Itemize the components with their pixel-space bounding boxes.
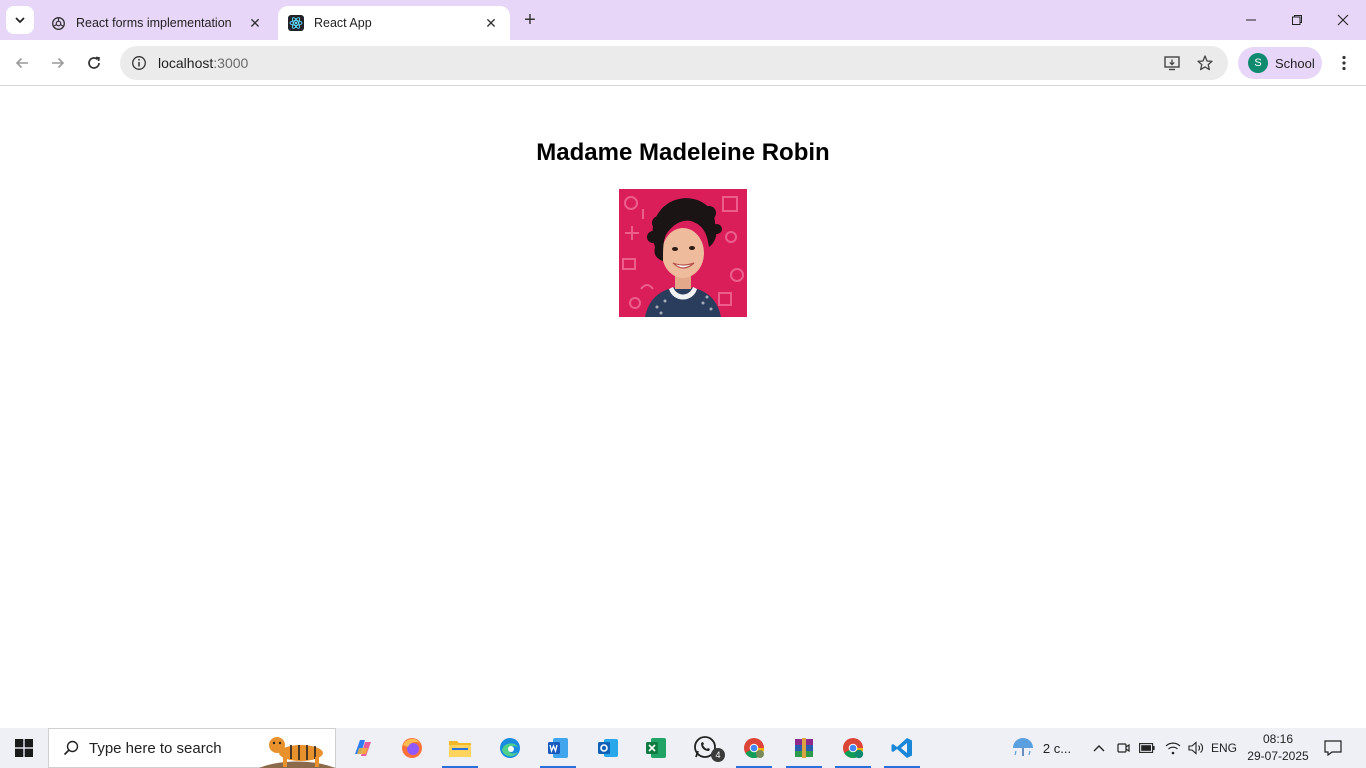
close-icon[interactable]: ✕ bbox=[246, 14, 264, 32]
edge-icon bbox=[500, 738, 520, 758]
search-placeholder: Type here to search bbox=[89, 739, 222, 757]
notification-badge: 4 bbox=[711, 748, 725, 762]
show-hidden-icons-button[interactable] bbox=[1088, 728, 1110, 768]
avatar: S bbox=[1248, 53, 1268, 73]
bookmark-star-icon[interactable] bbox=[1195, 53, 1215, 73]
tiger-illustration bbox=[259, 737, 335, 768]
excel-icon bbox=[646, 738, 666, 758]
info-icon[interactable] bbox=[122, 46, 156, 80]
battery-status[interactable] bbox=[1137, 728, 1157, 768]
react-icon bbox=[288, 15, 304, 31]
url-host: localhost bbox=[158, 55, 214, 71]
close-icon bbox=[1337, 14, 1349, 26]
page-heading: Madame Madeleine Robin bbox=[536, 139, 830, 166]
wifi-icon bbox=[1165, 742, 1181, 755]
file-explorer-app[interactable] bbox=[437, 728, 483, 768]
tab-search-button[interactable] bbox=[6, 6, 34, 34]
page-content: Madame Madeleine Robin bbox=[0, 87, 1366, 728]
system-clock[interactable]: 08:16 29-07-2025 bbox=[1246, 731, 1310, 765]
forward-button[interactable] bbox=[44, 49, 72, 77]
word-icon bbox=[548, 738, 568, 758]
close-window-button[interactable] bbox=[1320, 0, 1366, 40]
tab-react-app[interactable]: React App ✕ bbox=[278, 6, 510, 40]
clock-date: 29-07-2025 bbox=[1247, 749, 1309, 763]
chrome-app[interactable] bbox=[731, 728, 777, 768]
browser-tab-strip: React forms implementation ✕ React App ✕… bbox=[0, 0, 1366, 40]
word-app[interactable] bbox=[535, 728, 581, 768]
plus-icon: + bbox=[524, 8, 536, 31]
clock-time: 08:16 bbox=[1262, 732, 1294, 746]
windows-taskbar: Type here to search 4 2 c... ENG 08:16 2… bbox=[0, 728, 1366, 768]
browser-menu-button[interactable] bbox=[1332, 49, 1356, 77]
new-tab-button[interactable]: + bbox=[518, 8, 542, 32]
firefox-icon bbox=[402, 738, 422, 758]
speaker-icon bbox=[1188, 741, 1203, 755]
chrome-icon bbox=[744, 738, 765, 759]
back-arrow-icon bbox=[15, 57, 28, 69]
minimize-button[interactable] bbox=[1228, 0, 1274, 40]
copilot-icon bbox=[355, 740, 371, 756]
tab-label: React forms implementation bbox=[76, 16, 232, 30]
network-status[interactable] bbox=[1162, 728, 1184, 768]
volume-control[interactable] bbox=[1185, 728, 1207, 768]
vscode-icon bbox=[891, 738, 912, 758]
profile-button[interactable]: S School bbox=[1238, 47, 1322, 79]
winrar-app[interactable] bbox=[781, 728, 827, 768]
outlook-app[interactable] bbox=[585, 728, 631, 768]
url-port: :3000 bbox=[213, 55, 249, 71]
notifications-button[interactable] bbox=[1316, 728, 1350, 768]
chrome-icon bbox=[843, 738, 864, 759]
reload-icon bbox=[88, 56, 100, 69]
tab-react-forms[interactable]: React forms implementation ✕ bbox=[40, 6, 274, 40]
folder-icon bbox=[449, 741, 471, 757]
install-app-icon[interactable] bbox=[1162, 53, 1182, 73]
tab-label: React App bbox=[314, 16, 372, 30]
weather-widget[interactable]: 2 c... bbox=[1006, 728, 1076, 768]
search-icon bbox=[63, 740, 79, 756]
close-icon[interactable]: ✕ bbox=[482, 14, 500, 32]
windows-logo-icon bbox=[15, 739, 33, 757]
outlook-icon bbox=[598, 739, 618, 757]
taskbar-search-box[interactable]: Type here to search bbox=[48, 728, 336, 768]
firefox-app[interactable] bbox=[389, 728, 435, 768]
copilot-app[interactable] bbox=[340, 728, 386, 768]
chatgpt-icon bbox=[50, 15, 66, 31]
meet-now-button[interactable] bbox=[1113, 728, 1133, 768]
address-bar[interactable]: localhost:3000 bbox=[120, 46, 1228, 80]
chevron-up-icon bbox=[1093, 745, 1105, 752]
start-button[interactable] bbox=[0, 728, 48, 768]
tab-search-icon bbox=[15, 17, 25, 24]
battery-icon bbox=[1139, 743, 1155, 753]
excel-app[interactable] bbox=[633, 728, 679, 768]
whatsapp-app[interactable]: 4 bbox=[683, 728, 729, 768]
meet-now-icon bbox=[1117, 743, 1130, 753]
restore-button[interactable] bbox=[1274, 0, 1320, 40]
weather-text: 2 c... bbox=[1042, 740, 1072, 756]
minimize-icon bbox=[1246, 19, 1256, 21]
rain-umbrella-icon bbox=[1012, 738, 1033, 756]
input-language[interactable]: ENG bbox=[1208, 728, 1240, 768]
notification-icon bbox=[1324, 740, 1342, 756]
edge-app[interactable] bbox=[487, 728, 533, 768]
back-button[interactable] bbox=[8, 49, 36, 77]
chrome-profile-app[interactable] bbox=[830, 728, 876, 768]
restore-icon bbox=[1292, 15, 1302, 25]
browser-toolbar: localhost:3000 S School bbox=[0, 40, 1366, 86]
reload-button[interactable] bbox=[80, 49, 108, 77]
profile-name: School bbox=[1275, 55, 1315, 71]
kebab-menu-icon bbox=[1342, 55, 1346, 71]
url-text: localhost:3000 bbox=[158, 55, 248, 71]
vscode-app[interactable] bbox=[879, 728, 925, 768]
profile-photo bbox=[619, 189, 747, 317]
winrar-icon bbox=[795, 738, 813, 758]
forward-arrow-icon bbox=[52, 57, 65, 69]
